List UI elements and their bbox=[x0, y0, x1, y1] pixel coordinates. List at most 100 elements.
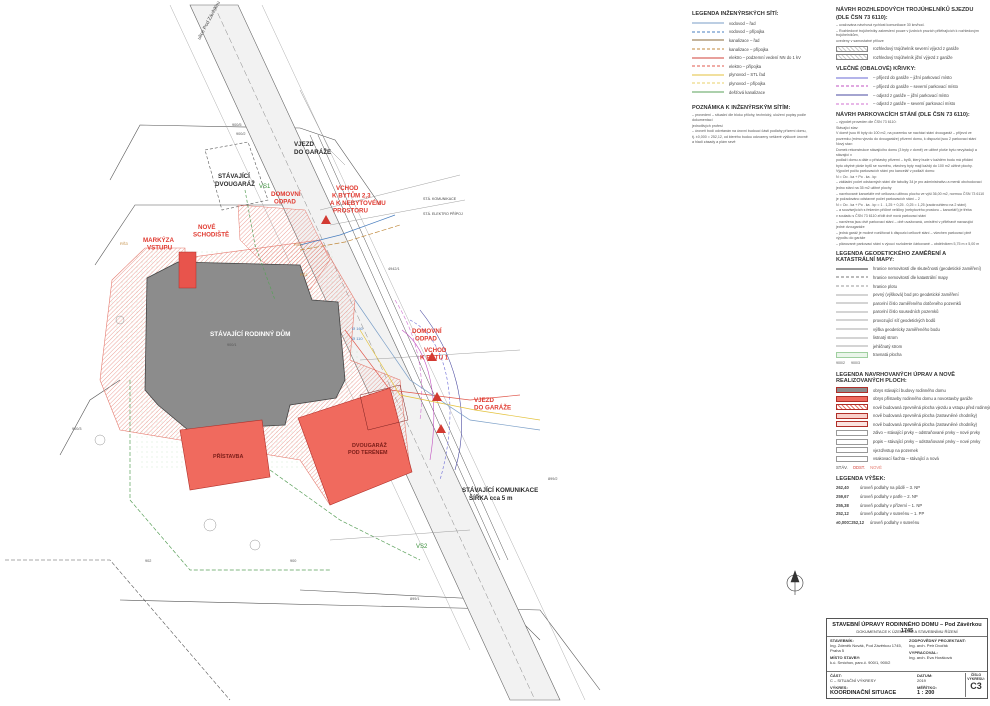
height-label: úroveň podlahy v přízemí – 1. NP bbox=[860, 502, 923, 508]
legend-label: vsakovací šachta – stávající a nová bbox=[873, 456, 939, 462]
parcel-number: 902 bbox=[145, 559, 151, 563]
legend-swatch bbox=[836, 101, 868, 107]
legend-row: parcelní číslo zaměřeného dotčeného poze… bbox=[836, 299, 986, 308]
curves-title: VLEČNÉ (OBALOVÉ) KŘIVKY: bbox=[836, 65, 916, 72]
legend-swatch bbox=[836, 335, 868, 341]
legend-label: – odjezd z garáže – jižní parkovací míst… bbox=[873, 92, 949, 98]
designer-value: Ing. arch. Petr Dvořák bbox=[909, 643, 948, 648]
legend-row: travnatá plocha bbox=[836, 351, 986, 360]
legend-note-line: – jedná garáž je možné rozšiřovat k disp… bbox=[836, 230, 972, 235]
parcel-number: 900 bbox=[290, 559, 296, 563]
legend-label: listnatý strom bbox=[873, 335, 898, 341]
legend-row: zdivo – stávající prvky – odstraňované p… bbox=[836, 429, 986, 438]
label-vs1: VS1 bbox=[259, 184, 271, 190]
label-vs2: VS2 bbox=[416, 544, 428, 550]
legend-swatch bbox=[692, 55, 724, 61]
legend-label: rozhledový trojúhelník jižní výjezd z ga… bbox=[873, 54, 953, 60]
legend-note-line: – a souvisejících s řešením příčiné veli… bbox=[836, 208, 972, 213]
legend-note-line: – provedení – situační dle bloku přílohy… bbox=[692, 113, 807, 122]
legend-label: obrys stávající budovy rodinného domu bbox=[873, 387, 946, 393]
legend-row: obrys stávající budovy rodinného domu bbox=[836, 386, 986, 395]
height-label: úroveň podlahy v suterénu – 1. PP bbox=[860, 511, 925, 517]
legend-row: vodovod – přípojka bbox=[692, 28, 820, 37]
survey-mark: 900/3 bbox=[851, 361, 860, 366]
detail-rs1: RŠ1 bbox=[300, 272, 309, 277]
legend-label: elektro – podzemní vedení NN do 1 kV bbox=[729, 55, 801, 61]
legend-label: popis – stávající prvky – odstraňované p… bbox=[873, 439, 981, 445]
legend-swatch bbox=[836, 404, 868, 411]
survey-marks-row: 900/2 900/3 bbox=[836, 359, 986, 368]
legend-note-line: – Rozhledové trojúhelníky zakreslení pou… bbox=[836, 28, 979, 38]
legend-label: kanalizace – řad bbox=[729, 37, 760, 43]
place-value: k.ú. Smíchov, parc.č. 900/1, 900/2 bbox=[830, 660, 891, 665]
legend-swatch bbox=[692, 72, 724, 78]
legend-row: provozující síť geodetických bodů bbox=[836, 316, 986, 325]
designer-block: ZODPOVĚDNÝ PROJEKTANT: Ing. arch. Petr D… bbox=[909, 638, 985, 660]
legend-swatch bbox=[836, 438, 868, 445]
legend-label: hranice plotu bbox=[873, 283, 897, 289]
legend-note-line: Stávající stav: bbox=[836, 125, 859, 130]
legend-swatch bbox=[836, 395, 868, 402]
legend-note-line: – výpočet proveden dle ČSN 73 6110: bbox=[836, 119, 897, 124]
legend-row: obrys přístavby rodinného domu a novosta… bbox=[836, 394, 986, 403]
part-block: ČÁST: C – SITUAČNÍ VÝKRESY VÝKRES: KOORD… bbox=[830, 673, 914, 696]
legend-label: nově budovaná zpevněná plocha (zatravněn… bbox=[873, 413, 978, 419]
label-road: STÁVAJÍCÍ KOMUNIKACE ŠÍŘKA cca 5 m bbox=[462, 486, 538, 502]
scale-value: 1 : 200 bbox=[917, 690, 935, 696]
legend-row: nově budovaná zpevněná plocha (zatravněn… bbox=[836, 420, 986, 429]
legend-networks-panel: LEGENDA INŽENÝRSKÝCH SÍTÍ: vodovod – řad… bbox=[692, 7, 820, 146]
legend-note-line: Výpočet počtu parkovacích stání pro kanc… bbox=[836, 169, 936, 174]
legend-row: nově budovaná zpevněná plocha vjezdu a v… bbox=[836, 403, 990, 412]
legend-label: dešťová kanalizace bbox=[729, 89, 766, 95]
height-zero-row: ±0,000=252,12 úroveň podlahy v suterénu bbox=[836, 518, 986, 527]
legend-note-line: N = Oo . ka + Po . ka . kp = 1 . 1,25 + … bbox=[836, 202, 967, 207]
curves-list: – příjezd do garáže – jižní parkovací mí… bbox=[836, 74, 986, 108]
legend-row: výška geodeticky zaměřeného bodu bbox=[836, 325, 986, 334]
heights-list: 262,40 úroveň podlahy na půdě – 3. NP 259,… bbox=[836, 484, 986, 527]
legend-label: vodovod – přípojka bbox=[729, 29, 765, 35]
parcel-number: 899/2 bbox=[548, 477, 558, 481]
investor-value: Ing. Zdeněk Novák, Pod Závěrkou 1745, Pr… bbox=[830, 643, 902, 653]
legend-swatch bbox=[692, 89, 724, 95]
site-plan-sheet: STÁVAJÍCÍ DVOUGARÁŽ VJEZD DO GARÁŽE STÁVAJ… bbox=[0, 0, 990, 701]
legend-networks-list: vodovod – řad vodovod – přípojka kanalizac… bbox=[692, 19, 820, 96]
legend-note-line: – uvažována návrhová rychlost komunikace… bbox=[836, 23, 925, 27]
legend-swatch bbox=[692, 29, 724, 35]
legend-note-line: výpočtu do garáže bbox=[836, 236, 866, 241]
legend-note-line: bytu obytné ploše bytů se rozměru, všech… bbox=[836, 163, 973, 168]
legend-label: – příjezd do garáže – severní parkovací … bbox=[873, 83, 958, 89]
label-waste-bottom: DOMOVNÍ ODPAD bbox=[412, 327, 442, 343]
legend-row: popis – stávající prvky – odstraňované p… bbox=[836, 437, 986, 446]
legend-label: rozhledový trojúhelník severní výjezd z … bbox=[873, 46, 959, 52]
drawing-value: KOORDINAČNÍ SITUACE bbox=[830, 690, 897, 696]
legend-swatch bbox=[836, 92, 868, 98]
parcel-number: 900/2 bbox=[236, 132, 246, 136]
legend-note-line: – navržena jsou dvě parkovací stání – ob… bbox=[836, 219, 974, 224]
drawn-value: Ing. arch. Eva Horáková bbox=[909, 655, 952, 660]
legend-note-line: – úroveň bodí odvrtanán na úrovni budouc… bbox=[692, 129, 807, 134]
label-garage-underground: DVOUGARÁŽ POD TERÉNEM bbox=[348, 441, 388, 456]
status-word: NOVÉ bbox=[870, 464, 882, 470]
legend-note-line: Nový stav: bbox=[836, 142, 853, 147]
legend-swatch bbox=[836, 83, 868, 89]
legend-note-title: POZNÁMKA K INŽENÝRSKÝM SÍTÍM: bbox=[692, 105, 791, 112]
legend-note-line: V domě jsou tři byty do 100 m2, na pozem… bbox=[836, 131, 972, 136]
legend-row: kanalizace – řad bbox=[692, 36, 820, 45]
parcel-number: 899/1 bbox=[410, 597, 420, 601]
part-value: C – SITUAČNÍ VÝKRESY bbox=[830, 678, 877, 683]
legend-note-line: je požadováno odstavné počet parkovacích… bbox=[836, 197, 920, 202]
detail-d110: Ø 110 bbox=[352, 336, 363, 341]
height-label: úroveň podlahy v patře – 2. NP bbox=[860, 494, 918, 500]
legend-row: hranice plotu bbox=[836, 282, 986, 291]
legend-swatch bbox=[692, 46, 724, 52]
legend-row: hranice nemovitostí dle katastrální mapy bbox=[836, 273, 986, 282]
date-value: 2019 bbox=[917, 678, 926, 683]
legend-swatch bbox=[692, 37, 724, 43]
legend-label: elektro – přípojka bbox=[729, 63, 762, 69]
legend-note-line: jednotlivých profesí bbox=[692, 123, 723, 128]
height-row: 252,12 úroveň podlahy v suterénu – 1. PP bbox=[836, 509, 986, 518]
status-words-row: STÁV. ODST. NOVÉ bbox=[836, 463, 986, 472]
legend-label: kanalizace – přípojka bbox=[729, 46, 769, 52]
height-label: úroveň podlahy na půdě – 3. NP bbox=[860, 485, 921, 491]
legend-label: parcelní číslo sousedních pozemků bbox=[873, 309, 939, 315]
